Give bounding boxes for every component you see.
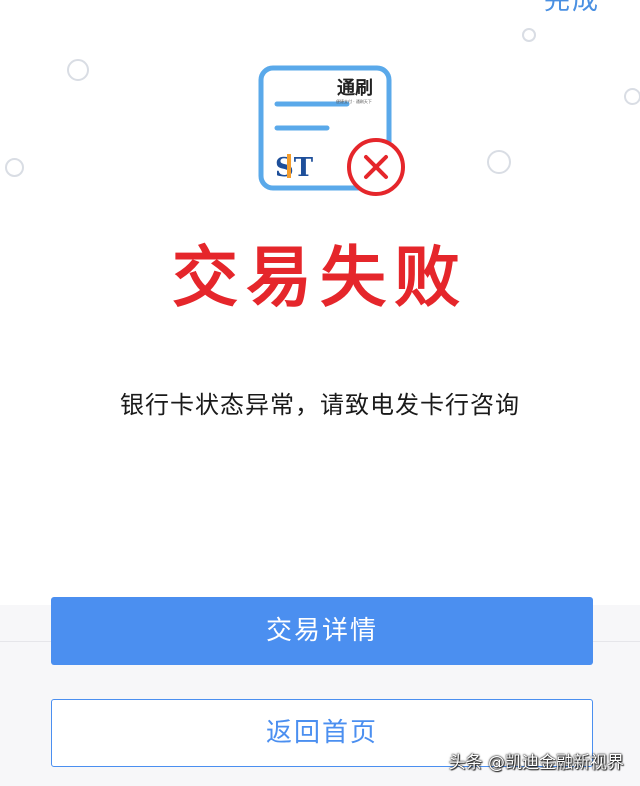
logo-slogan: 便捷支付 · 通刷天下 — [336, 98, 372, 104]
transaction-details-button[interactable]: 交易详情 — [51, 597, 593, 665]
failed-card-illustration: 通刷 便捷支付 · 通刷天下 ST — [255, 64, 415, 196]
brand-mark: ST — [275, 153, 314, 183]
transaction-result-page: 完成 通刷 便捷支付 · 通刷天下 ST 交易失败 银行卡状态异常，请致电发卡行… — [0, 0, 640, 786]
done-button[interactable]: 完成 — [544, 0, 600, 16]
result-message: 银行卡状态异常，请致电发卡行咨询 — [120, 391, 520, 419]
decor-bubble — [487, 150, 511, 174]
decor-bubble — [624, 88, 640, 105]
logo-text: 通刷 — [337, 78, 373, 99]
bank-card-icon: 通刷 便捷支付 · 通刷天下 ST — [258, 65, 405, 196]
decor-bubble — [522, 28, 536, 42]
decor-bubble — [67, 59, 89, 81]
decor-bubble — [5, 158, 24, 177]
watermark: 头条 @凯迪金融新视界 — [448, 753, 624, 773]
close-x-icon — [347, 138, 405, 196]
result-title: 交易失败 — [172, 239, 468, 316]
